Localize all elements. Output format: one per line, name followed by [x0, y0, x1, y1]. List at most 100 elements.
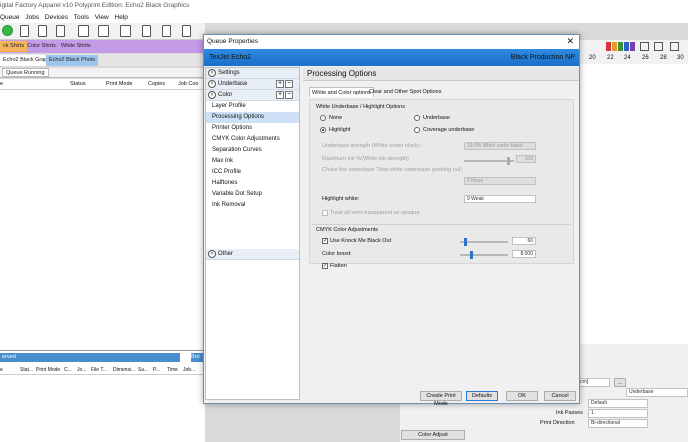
column-status[interactable]: Stat...	[20, 367, 33, 373]
column-print-mode[interactable]: Print Mode	[106, 81, 133, 87]
knock-me-black-out-checkbox[interactable]: ✓	[322, 238, 328, 244]
folder-icon[interactable]	[78, 25, 89, 37]
highlight-white-select[interactable]: 9 Weak	[464, 195, 536, 203]
underbase-select[interactable]: Underbase	[626, 388, 688, 397]
document-icon[interactable]	[142, 25, 151, 37]
tab-echo2-black-photo[interactable]: Echo2 Black Photo	[46, 55, 99, 66]
menu-queue[interactable]: Queue	[0, 14, 20, 21]
color-boost-slider[interactable]	[460, 254, 508, 256]
radio-underbase[interactable]	[414, 115, 420, 121]
tab-color-shirts[interactable]: Color Shirts	[24, 41, 59, 52]
print-direction-select[interactable]: Bi-directional	[588, 419, 648, 428]
column-file-type[interactable]: File T...	[91, 367, 107, 373]
nav-section-color[interactable]: ˄ Color + −	[206, 90, 299, 101]
tab-white-shirts[interactable]: White Shirts	[58, 41, 94, 52]
column-status[interactable]: Status	[70, 81, 86, 87]
ok-button[interactable]: OK	[506, 391, 538, 401]
minus-icon[interactable]: −	[285, 80, 293, 88]
menu-tools[interactable]: Tools	[74, 14, 89, 21]
canvas-area[interactable]	[580, 64, 688, 344]
column-print-mode[interactable]: Print Mode	[36, 367, 60, 373]
nav-item-separation-curves[interactable]: Separation Curves	[206, 145, 299, 156]
max-ink-field[interactable]: 100	[516, 155, 536, 163]
column-name[interactable]: e	[0, 367, 3, 373]
column-copies[interactable]: C...	[64, 367, 72, 373]
tool-icon[interactable]	[640, 42, 649, 51]
chevron-down-icon[interactable]: ˅	[208, 69, 216, 77]
size-browse-button[interactable]: ...	[614, 378, 626, 387]
color-adjust-button[interactable]: Color Adjust	[401, 430, 465, 440]
document-icon[interactable]	[38, 25, 47, 37]
create-print-mode-button[interactable]: Create Print Mode	[420, 391, 462, 407]
palette-swatch-icon[interactable]	[606, 42, 611, 51]
radio-none[interactable]	[320, 115, 326, 121]
palette-swatch-icon[interactable]	[618, 42, 623, 51]
column-job-info[interactable]: Job...	[183, 367, 195, 373]
add-icon[interactable]	[2, 25, 13, 36]
knock-me-slider[interactable]	[460, 241, 508, 243]
nav-item-icc-profile[interactable]: ICC Profile	[206, 167, 299, 178]
column-job-cost[interactable]: Job Coo	[178, 81, 199, 87]
menu-devices[interactable]: Devices	[45, 14, 68, 21]
chevron-up-icon[interactable]: ˄	[208, 91, 216, 99]
chevron-down-icon[interactable]: ˅	[208, 250, 216, 258]
knock-me-field[interactable]: 60	[512, 237, 536, 245]
nav-item-processing-options[interactable]: Processing Options	[206, 112, 299, 123]
document-icon[interactable]	[162, 25, 171, 37]
ink-select[interactable]: Default	[588, 399, 648, 408]
tab-reserved[interactable]: erved	[0, 353, 180, 362]
close-icon[interactable]: ✕	[566, 36, 574, 47]
document-icon[interactable]	[20, 25, 29, 37]
treat-semi-transparent-checkbox[interactable]	[322, 210, 328, 216]
menu-view[interactable]: View	[95, 14, 109, 21]
nav-section-other[interactable]: ˅ Other	[206, 249, 299, 260]
plus-icon[interactable]: +	[276, 91, 284, 99]
plus-icon[interactable]: +	[276, 80, 284, 88]
cancel-button[interactable]: Cancel	[544, 391, 576, 401]
document-icon[interactable]	[56, 25, 65, 37]
nav-item-cmyk-color-adjustments[interactable]: CMYK Color Adjustments	[206, 134, 299, 145]
underbase-strength-select[interactable]: 19 0% White under black	[464, 142, 536, 150]
max-ink-slider-thumb[interactable]	[507, 157, 510, 165]
nav-item-layer-profile[interactable]: Layer Profile	[206, 101, 299, 112]
color-boost-slider-thumb[interactable]	[470, 251, 473, 259]
choke-select[interactable]: 0 None	[464, 177, 536, 185]
column-p[interactable]: P...	[153, 367, 160, 373]
radio-highlight[interactable]	[320, 127, 326, 133]
print-icon[interactable]	[98, 25, 109, 37]
chevron-down-icon[interactable]: ˅	[208, 80, 216, 88]
tool-icon[interactable]	[670, 42, 679, 51]
column-copies[interactable]: Copies	[148, 81, 165, 87]
nav-section-settings[interactable]: ˅ Settings	[206, 68, 299, 79]
nav-item-ink-removal[interactable]: Ink Removal	[206, 200, 299, 211]
nav-item-printer-options[interactable]: Printer Options	[206, 123, 299, 134]
nav-item-variable-dot-setup[interactable]: Variable Dot Setup	[206, 189, 299, 200]
color-boost-field[interactable]: 8.000	[512, 250, 536, 258]
nav-item-halftones[interactable]: Halftones	[206, 178, 299, 189]
tab-white-and-color-options[interactable]: White and Color options	[309, 87, 374, 97]
column-time[interactable]: Time	[167, 367, 178, 373]
document-icon[interactable]	[182, 25, 191, 37]
tool-icon[interactable]	[654, 42, 663, 51]
nav-section-underbase[interactable]: ˅ Underbase + −	[206, 79, 299, 90]
palette-swatch-icon[interactable]	[630, 42, 635, 51]
radio-coverage-underbase[interactable]	[414, 127, 420, 133]
palette-swatch-icon[interactable]	[624, 42, 629, 51]
menu-help[interactable]: Help	[115, 14, 128, 21]
column-dimensions[interactable]: Dimensi...	[113, 367, 135, 373]
flatten-checkbox[interactable]: ✓	[322, 263, 328, 269]
column-job[interactable]: Jo...	[77, 367, 86, 373]
minus-icon[interactable]: −	[285, 91, 293, 99]
ink-passes-select[interactable]: 1	[588, 409, 648, 418]
column-name[interactable]: e	[0, 81, 3, 87]
defaults-button[interactable]: Defaults	[466, 391, 498, 401]
tab-clear-and-other-spot-options[interactable]: Clear and Other Spot Options	[367, 87, 443, 97]
print-icon[interactable]	[120, 25, 131, 37]
tab-queue-running[interactable]: Queue Running	[2, 68, 49, 77]
palette-swatch-icon[interactable]	[612, 42, 617, 51]
menu-jobs[interactable]: Jobs	[25, 14, 39, 21]
knock-me-slider-thumb[interactable]	[464, 238, 467, 246]
column-substrate[interactable]: Su...	[138, 367, 148, 373]
job-grid-body[interactable]	[0, 90, 205, 350]
nav-item-max-ink[interactable]: Max Ink	[206, 156, 299, 167]
